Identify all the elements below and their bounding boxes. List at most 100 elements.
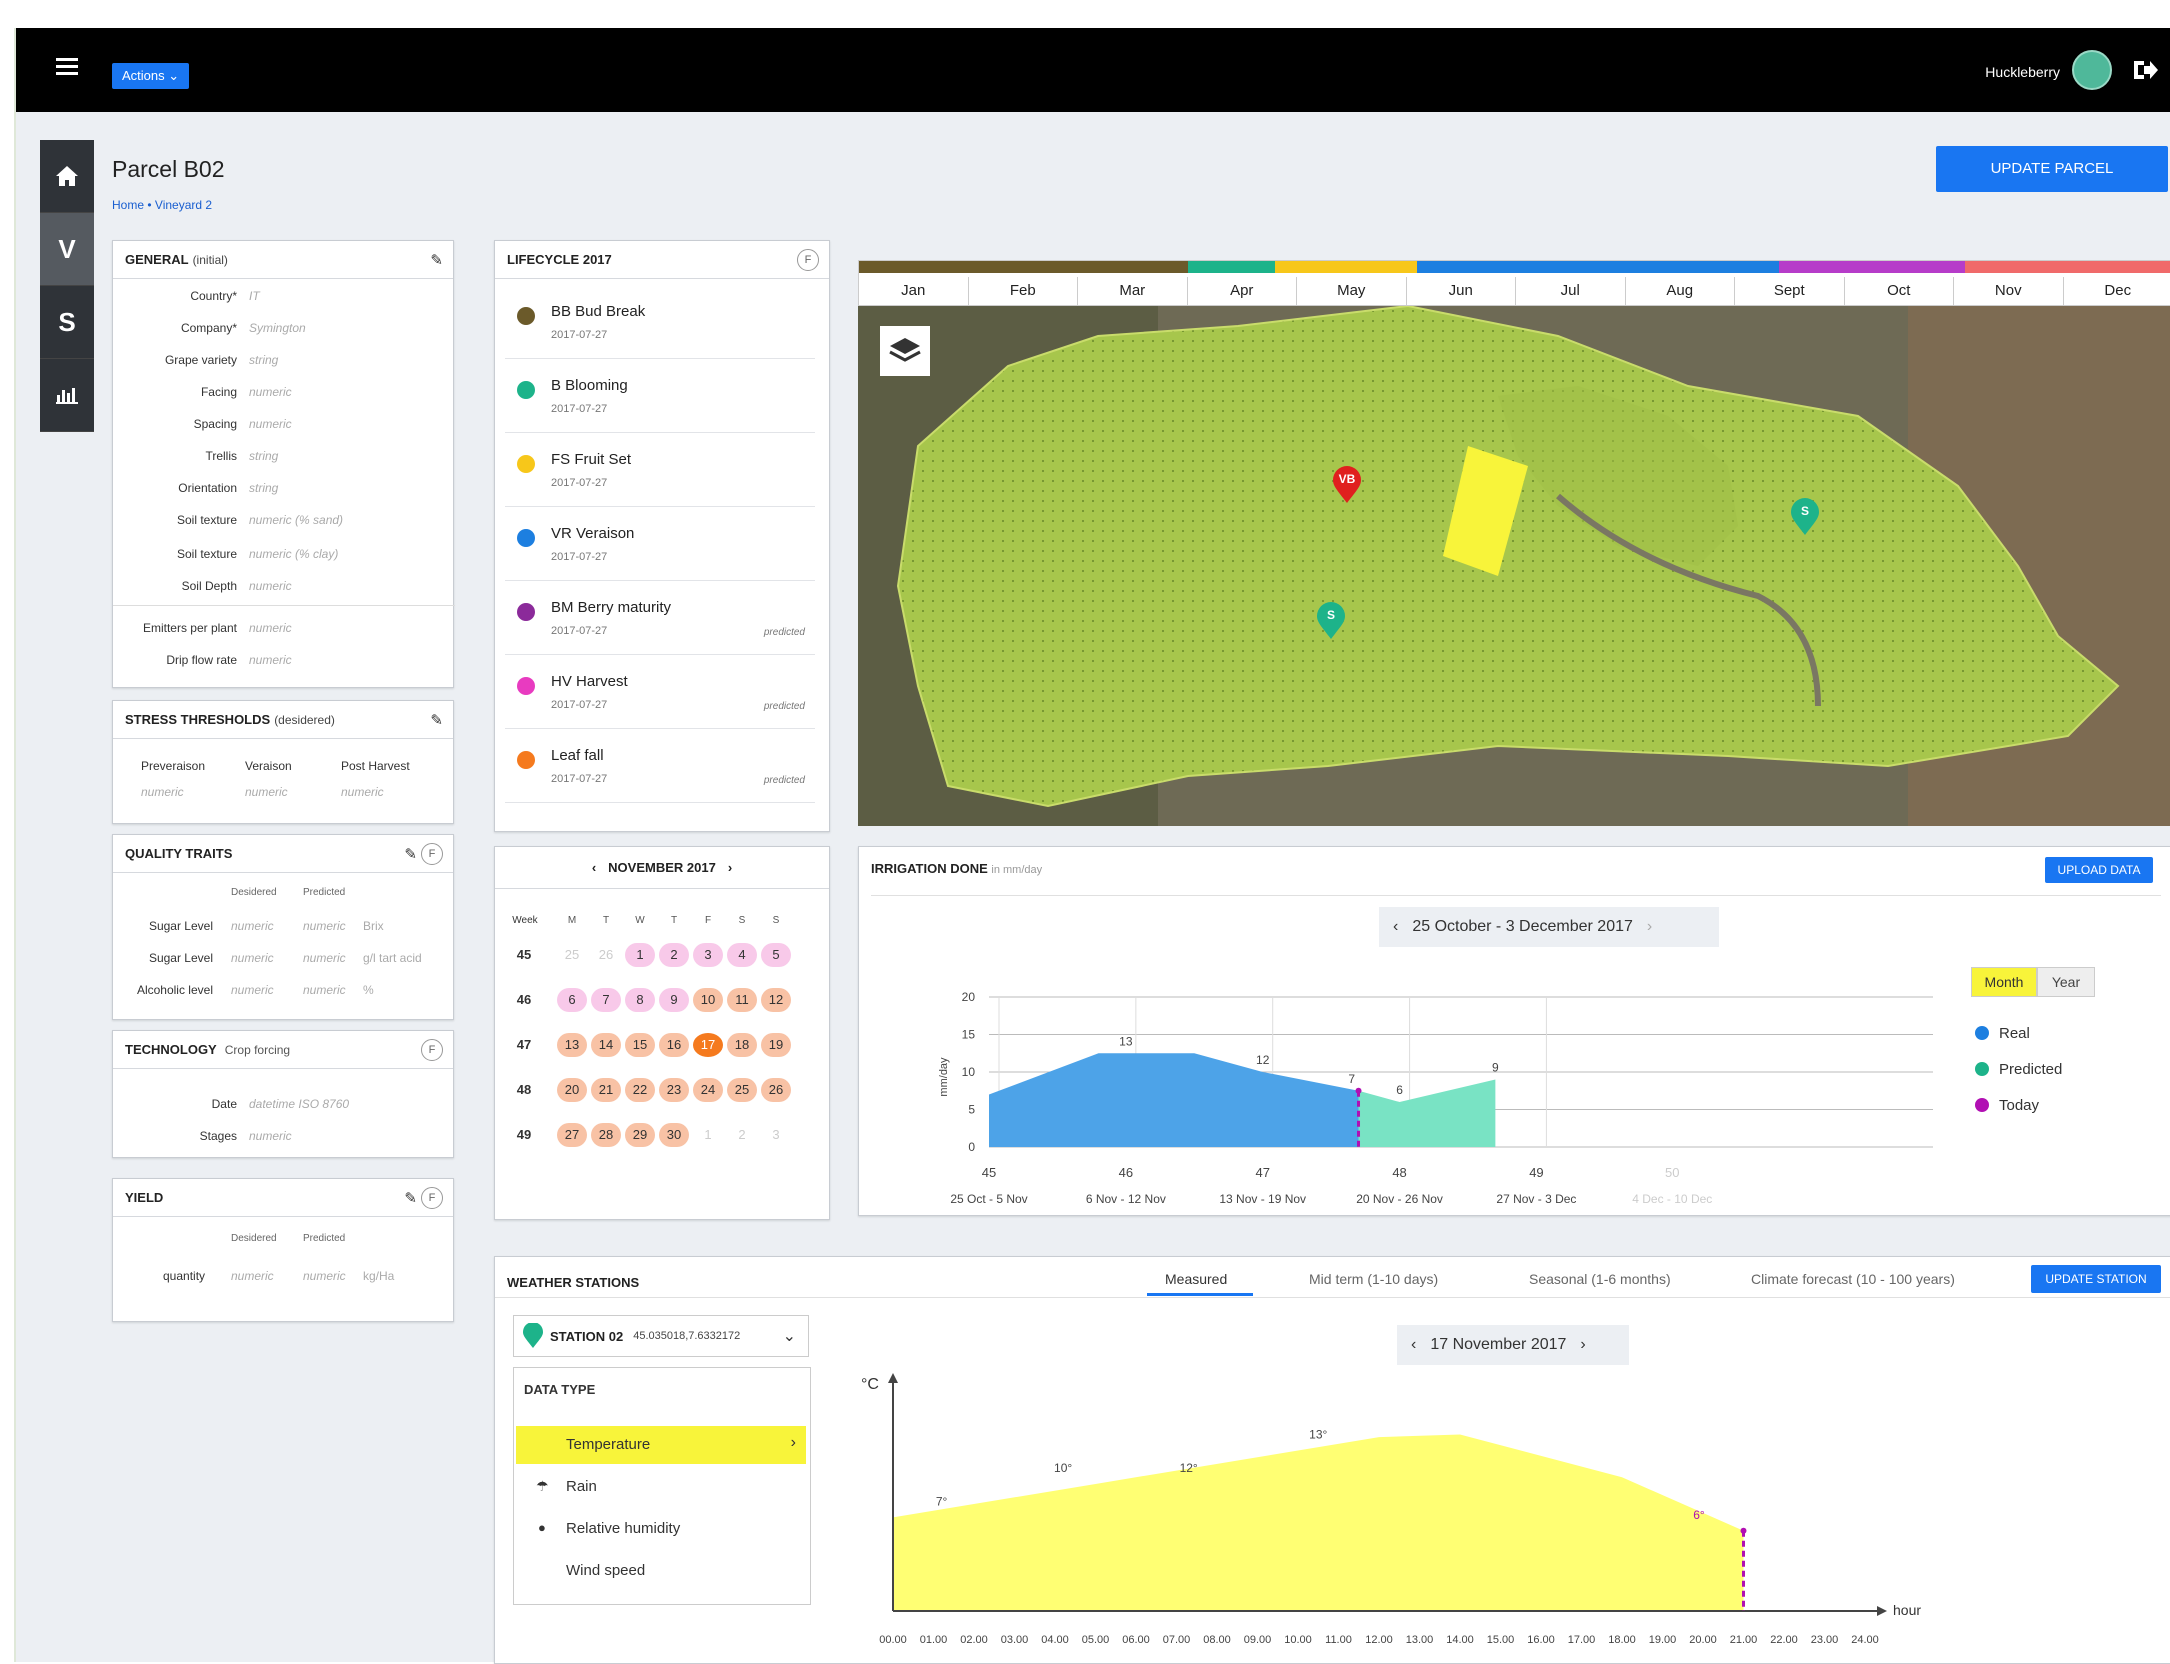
calendar-day[interactable]: 4 [727, 943, 757, 967]
calendar-day[interactable]: 11 [727, 988, 757, 1012]
lifecycle-item[interactable]: HV Harvest2017-07-27predicted [505, 655, 815, 729]
general-field-value[interactable]: numeric (% clay) [249, 547, 338, 561]
calendar-day[interactable]: 1 [625, 943, 655, 967]
calendar-day[interactable]: 20 [557, 1078, 587, 1102]
general-field-value[interactable]: string [249, 353, 278, 367]
month-label[interactable]: Nov [1954, 277, 2064, 305]
calendar-day[interactable]: 9 [659, 988, 689, 1012]
stress-value-2[interactable]: numeric [341, 785, 384, 799]
calendar-day[interactable]: 18 [727, 1033, 757, 1057]
calendar-day[interactable]: 10 [693, 988, 723, 1012]
pencil-icon[interactable]: ✎ [430, 251, 443, 269]
quality-row-desidered[interactable]: numeric [231, 951, 274, 965]
chart-icon[interactable] [40, 359, 94, 432]
month-label[interactable]: Apr [1188, 277, 1298, 305]
chevron-right-icon[interactable]: › [1633, 918, 1666, 936]
calendar-day[interactable]: 23 [659, 1078, 689, 1102]
stress-value-0[interactable]: numeric [141, 785, 184, 799]
general-field-value[interactable]: string [249, 449, 278, 463]
technology-value[interactable]: Crop forcing [225, 1043, 290, 1057]
quality-row-desidered[interactable]: numeric [231, 983, 274, 997]
f-badge-icon[interactable]: F [797, 249, 819, 271]
general-field-value[interactable]: numeric [249, 417, 292, 431]
calendar-day[interactable]: 8 [625, 988, 655, 1012]
calendar-day[interactable]: 22 [625, 1078, 655, 1102]
lifecycle-item[interactable]: FS Fruit Set2017-07-27 [505, 433, 815, 507]
calendar-day[interactable]: 27 [557, 1123, 587, 1147]
area-series-temperature[interactable] [893, 1434, 1744, 1611]
data-type-humidity[interactable]: ● Relative humidity [516, 1510, 806, 1548]
calendar-day[interactable]: 5 [761, 943, 791, 967]
quality-row-desidered[interactable]: numeric [231, 919, 274, 933]
tab-measured[interactable]: Measured [1165, 1271, 1227, 1287]
general-field-value[interactable]: numeric (% sand) [249, 513, 343, 527]
data-type-temperature[interactable]: Temperature › [516, 1426, 806, 1464]
yield-predicted[interactable]: numeric [303, 1269, 346, 1283]
month-label[interactable]: Sept [1735, 277, 1845, 305]
month-label[interactable]: Mar [1078, 277, 1188, 305]
f-badge-icon[interactable]: F [421, 843, 443, 865]
calendar-day[interactable]: 16 [659, 1033, 689, 1057]
general-field-value[interactable]: numeric [249, 621, 292, 635]
rail-item-v[interactable]: V [40, 213, 94, 286]
month-label[interactable]: Aug [1626, 277, 1736, 305]
general-field-value[interactable]: IT [249, 289, 260, 303]
month-label[interactable]: Dec [2064, 277, 2170, 305]
calendar-day[interactable]: 26 [591, 943, 621, 967]
home-icon[interactable] [40, 140, 94, 213]
yield-desidered[interactable]: numeric [231, 1269, 274, 1283]
calendar-day[interactable]: 24 [693, 1078, 723, 1102]
calendar-day[interactable]: 12 [761, 988, 791, 1012]
area-series-predicted[interactable] [1359, 1080, 1496, 1148]
month-label[interactable]: May [1297, 277, 1407, 305]
calendar-day[interactable]: 1 [693, 1123, 723, 1147]
tab-climate[interactable]: Climate forecast (10 - 100 years) [1751, 1271, 1955, 1287]
f-badge-icon[interactable]: F [421, 1187, 443, 1209]
general-field-value[interactable]: Symington [249, 321, 306, 335]
rail-item-s[interactable]: S [40, 286, 94, 359]
map-layers-button[interactable] [880, 326, 930, 376]
aerial-map[interactable] [858, 306, 2170, 826]
calendar-day[interactable]: 2 [659, 943, 689, 967]
breadcrumb-current[interactable]: Vineyard 2 [155, 198, 212, 212]
stress-value-1[interactable]: numeric [245, 785, 288, 799]
toggle-year[interactable]: Year [2037, 967, 2095, 997]
upload-data-button[interactable]: UPLOAD DATA [2045, 857, 2153, 883]
actions-dropdown[interactable]: Actions ⌄ [112, 63, 189, 89]
lifecycle-item[interactable]: Leaf fall2017-07-27predicted [505, 729, 815, 803]
general-field-value[interactable]: string [249, 481, 278, 495]
tech-stages-value[interactable]: numeric [249, 1129, 292, 1143]
data-type-wind[interactable]: Wind speed [516, 1552, 806, 1590]
update-station-button[interactable]: UPDATE STATION [2031, 1265, 2161, 1293]
tab-mid-term[interactable]: Mid term (1-10 days) [1309, 1271, 1438, 1287]
tab-seasonal[interactable]: Seasonal (1-6 months) [1529, 1271, 1671, 1287]
calendar-day[interactable]: 17 [693, 1033, 723, 1057]
pencil-icon[interactable]: ✎ [404, 1189, 417, 1207]
quality-row-predicted[interactable]: numeric [303, 951, 346, 965]
map-marker-station-2[interactable]: S [1790, 498, 1820, 536]
general-field-value[interactable]: numeric [249, 385, 292, 399]
month-label[interactable]: Oct [1845, 277, 1955, 305]
tech-date-value[interactable]: datetime ISO 8760 [249, 1097, 349, 1111]
quality-row-predicted[interactable]: numeric [303, 983, 346, 997]
month-label[interactable]: Jan [859, 277, 969, 305]
avatar[interactable] [2072, 50, 2112, 90]
calendar-day[interactable]: 13 [557, 1033, 587, 1057]
calendar-day[interactable]: 30 [659, 1123, 689, 1147]
quality-row-predicted[interactable]: numeric [303, 919, 346, 933]
toggle-month[interactable]: Month [1971, 967, 2037, 997]
lifecycle-item[interactable]: BB Bud Break2017-07-27 [505, 285, 815, 359]
general-field-value[interactable]: numeric [249, 579, 292, 593]
chevron-right-icon[interactable]: › [728, 860, 732, 875]
calendar-day[interactable]: 2 [727, 1123, 757, 1147]
calendar-day[interactable]: 14 [591, 1033, 621, 1057]
logout-icon[interactable] [2132, 58, 2158, 82]
f-badge-icon[interactable]: F [421, 1039, 443, 1061]
chevron-right-icon[interactable]: › [1566, 1336, 1599, 1354]
chevron-left-icon[interactable]: ‹ [592, 860, 596, 875]
lifecycle-item[interactable]: B Blooming2017-07-27 [505, 359, 815, 433]
data-type-rain[interactable]: ☂ Rain [516, 1468, 806, 1506]
station-select[interactable]: STATION 02 45.035018,7.6332172 ⌄ [513, 1315, 809, 1357]
calendar-day[interactable]: 3 [693, 943, 723, 967]
calendar-day[interactable]: 29 [625, 1123, 655, 1147]
